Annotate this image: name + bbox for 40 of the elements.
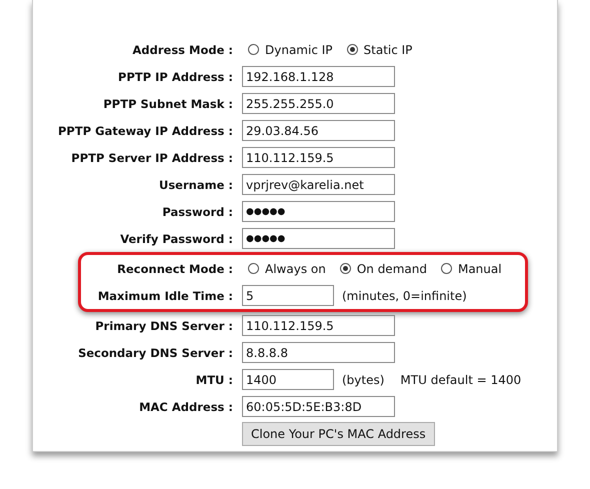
field-label: MTU : (196, 372, 233, 386)
radio-label: Manual (458, 262, 502, 276)
text-field[interactable]: 8.8.8.8 (242, 342, 395, 363)
field-label: Reconnect Mode : (117, 262, 233, 276)
field-label: PPTP Server IP Address : (71, 150, 233, 164)
field-label: PPTP IP Address : (118, 70, 233, 84)
field-label: Primary DNS Server : (95, 318, 233, 332)
text-field[interactable]: 1400 (242, 369, 334, 390)
password-field[interactable]: ●●●●● (242, 201, 395, 222)
radio-label: On demand (356, 262, 427, 276)
text-field[interactable]: 255.255.255.0 (242, 93, 395, 114)
radio-button[interactable] (248, 44, 259, 55)
text-field[interactable]: 192.168.1.128 (242, 66, 395, 87)
radio-button[interactable] (346, 44, 358, 55)
text-field[interactable]: 29.03.84.56 (242, 120, 395, 141)
hint-text: (minutes, 0=infinite) (342, 288, 467, 302)
text-field[interactable]: 110.112.159.5 (242, 147, 395, 168)
field-label: Maximum Idle Time : (98, 288, 233, 302)
password-field[interactable]: ●●●●● (242, 228, 395, 249)
field-label: PPTP Gateway IP Address : (58, 124, 233, 138)
radio-button[interactable] (340, 263, 351, 274)
text-field[interactable]: 60:05:5D:5E:B3:8D (242, 396, 395, 417)
clone-mac-button[interactable]: Clone Your PC's MAC Address (242, 422, 435, 446)
field-label: MAC Address : (139, 400, 233, 414)
hint-text: MTU default = 1400 (400, 372, 522, 386)
field-label: Username : (159, 178, 233, 192)
field-label: Verify Password : (120, 232, 233, 246)
field-label: PPTP Subnet Mask : (103, 96, 233, 110)
radio-label: Always on (265, 262, 326, 276)
radio-label: Static IP (364, 42, 412, 56)
field-label: Address Mode : (132, 42, 233, 56)
text-field[interactable]: 110.112.159.5 (242, 315, 395, 336)
field-label: Password : (162, 204, 233, 218)
radio-label: Dynamic IP (265, 42, 333, 56)
field-label: Secondary DNS Server : (78, 346, 233, 360)
radio-button[interactable] (440, 263, 452, 274)
hint-text: (bytes) (342, 372, 384, 386)
radio-button[interactable] (248, 263, 259, 274)
text-field[interactable]: vprjrev@karelia.net (242, 174, 395, 195)
text-field[interactable]: 5 (242, 285, 334, 306)
